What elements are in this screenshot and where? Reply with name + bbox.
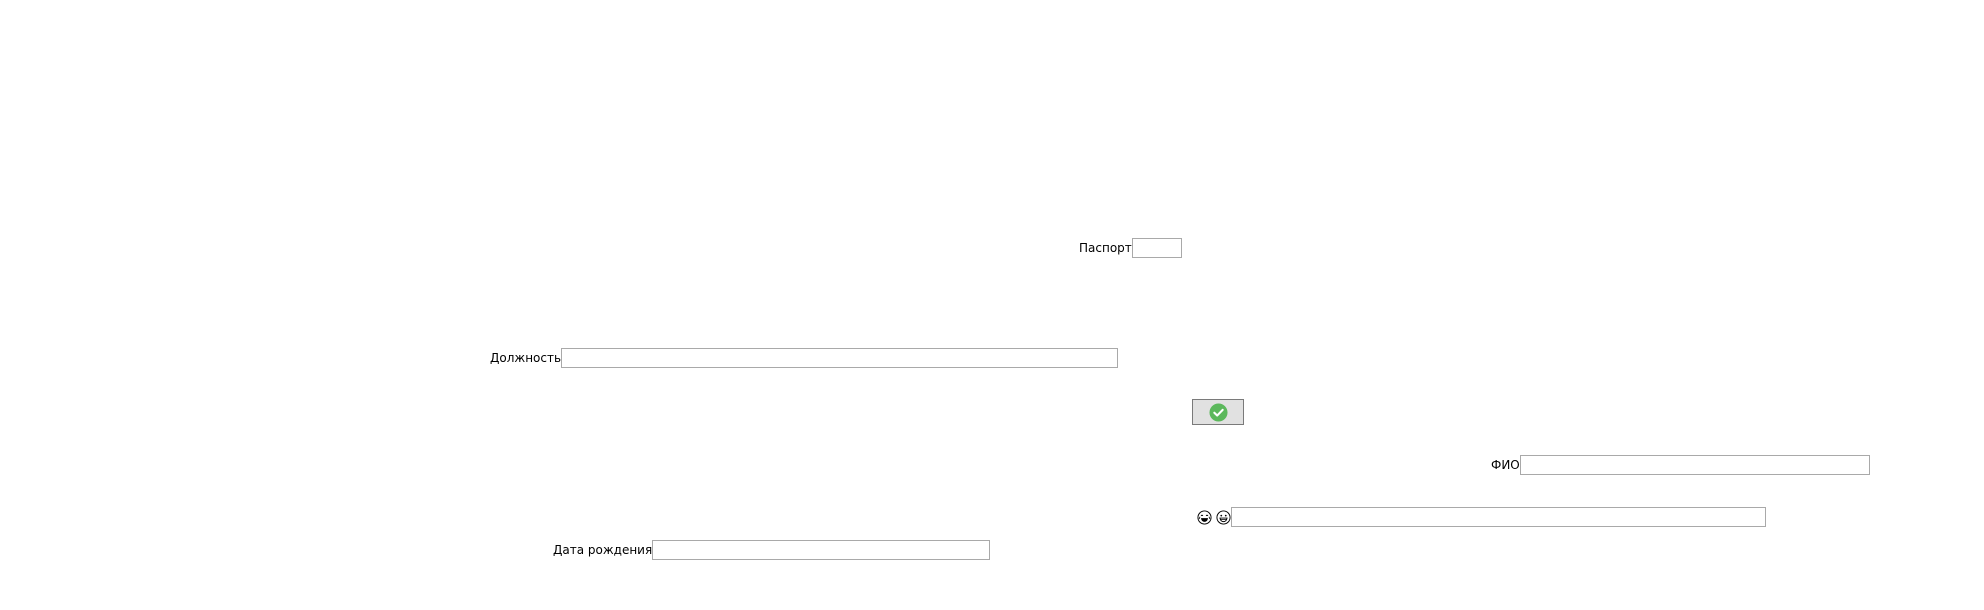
passport-input[interactable] <box>1131 238 1182 258</box>
position-label: Должность <box>490 351 562 365</box>
checkmark-circle-icon <box>1208 402 1228 422</box>
position-row: Должность <box>490 348 1119 368</box>
emoji-row <box>1197 507 1766 527</box>
grinning-face-icon <box>1216 509 1231 525</box>
birth-date-input[interactable] <box>652 540 991 560</box>
position-input[interactable] <box>561 348 1119 368</box>
emoji-input[interactable] <box>1231 507 1766 527</box>
birth-date-label: Дата рождения <box>553 543 653 557</box>
fio-row: ФИО <box>1491 455 1870 475</box>
fio-input[interactable] <box>1519 455 1870 475</box>
confirm-button[interactable] <box>1192 399 1244 425</box>
laughing-face-icon <box>1197 509 1212 525</box>
form-canvas: Паспорт Должность ФИО Дата рождения <box>0 0 1984 610</box>
fio-label: ФИО <box>1491 458 1520 472</box>
passport-label: Паспорт <box>1079 241 1132 255</box>
passport-row: Паспорт <box>1079 238 1182 258</box>
birth-date-row: Дата рождения <box>553 540 991 560</box>
